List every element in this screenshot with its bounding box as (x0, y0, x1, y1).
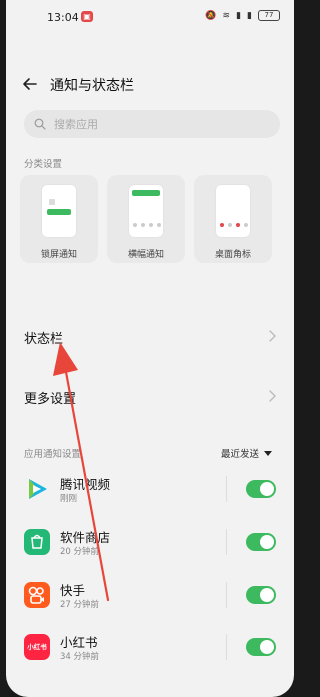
divider (226, 634, 227, 660)
status-bar-label: 状态栏 (24, 332, 64, 347)
app-name: 快手 (60, 583, 86, 598)
card-lockscreen-notification[interactable]: 锁屏通知 (20, 175, 98, 263)
back-button[interactable] (20, 74, 40, 94)
kuaishou-icon (24, 582, 50, 608)
app-row[interactable]: 小红书 小红书 34 分钟前 (6, 628, 294, 672)
app-row[interactable]: 腾讯视频 刚刚 (6, 470, 294, 514)
signal-icon-2: ▮ (247, 10, 252, 21)
chevron-right-icon (269, 330, 276, 342)
app-section-label: 应用通知设置 (24, 449, 82, 460)
app-store-icon (24, 529, 50, 555)
page-title: 通知与状态栏 (50, 78, 134, 94)
notification-toggle[interactable] (246, 586, 276, 604)
back-arrow-icon (23, 78, 37, 90)
divider (226, 529, 227, 555)
app-name: 小红书 (60, 635, 98, 650)
xiaohongshu-icon: 小红书 (24, 634, 50, 660)
status-icons: 🔕 ≋ ▮ ▮ 77 (205, 10, 280, 21)
lockscreen-preview-icon (42, 185, 76, 237)
banner-preview-icon (129, 185, 163, 237)
battery-icon: 77 (258, 10, 280, 21)
sort-dropdown[interactable]: 最近发送 (221, 446, 272, 460)
app-name: 腾讯视频 (60, 477, 111, 492)
status-bar: 13:04 ▣ 🔕 ≋ ▮ ▮ 77 (6, 0, 294, 34)
app-time: 34 分钟前 (60, 652, 100, 662)
chevron-right-icon (269, 390, 276, 402)
app-name: 软件商店 (60, 530, 111, 545)
notification-toggle[interactable] (246, 638, 276, 656)
notification-badge-icon: ▣ (81, 11, 93, 22)
divider (226, 476, 227, 502)
app-time: 刚刚 (60, 494, 78, 504)
search-icon (34, 118, 46, 130)
app-time: 27 分钟前 (60, 600, 100, 610)
app-row[interactable]: 软件商店 20 分钟前 (6, 523, 294, 567)
more-settings-row[interactable]: 更多设置 (6, 378, 294, 414)
card-label: 锁屏通知 (40, 250, 77, 260)
category-cards: 锁屏通知 横幅通知 桌面角标 (20, 175, 272, 263)
card-label: 桌面角标 (214, 250, 251, 260)
card-banner-notification[interactable]: 横幅通知 (107, 175, 185, 263)
card-app-badge[interactable]: 桌面角标 (194, 175, 272, 263)
sort-label: 最近发送 (220, 449, 259, 460)
card-label: 横幅通知 (127, 250, 164, 260)
search-input[interactable] (54, 117, 254, 131)
app-time: 20 分钟前 (60, 547, 100, 557)
status-time: 13:04 (47, 11, 79, 24)
divider (226, 582, 227, 608)
dropdown-triangle-icon (264, 450, 272, 456)
mute-icon: 🔕 (205, 10, 217, 21)
more-settings-label: 更多设置 (24, 392, 77, 407)
signal-icon: ▮ (236, 10, 242, 21)
status-bar-settings-row[interactable]: 状态栏 (6, 318, 294, 354)
search-bar[interactable] (24, 110, 280, 138)
tencent-video-icon (29, 479, 47, 499)
notification-toggle[interactable] (246, 533, 276, 551)
notification-toggle[interactable] (246, 480, 276, 498)
wifi-icon: ≋ (222, 10, 231, 21)
badge-preview-icon (216, 185, 250, 237)
app-row[interactable]: 快手 27 分钟前 (6, 576, 294, 620)
category-section-label: 分类设置 (24, 159, 63, 170)
phone-screen: 13:04 ▣ 🔕 ≋ ▮ ▮ 77 通知与状态栏 分类设置 (6, 0, 294, 697)
